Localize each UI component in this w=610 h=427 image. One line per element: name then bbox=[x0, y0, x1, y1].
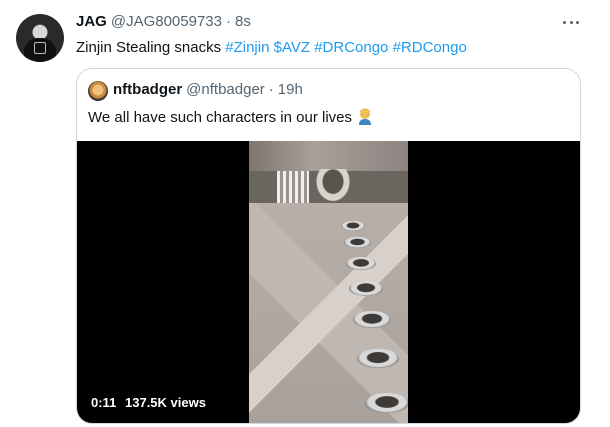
tweet-text: Zinjin Stealing snacks #Zinjin $AVZ #DRC… bbox=[76, 38, 467, 58]
video-dog bbox=[313, 169, 353, 205]
quoted-author-avatar[interactable] bbox=[88, 81, 108, 101]
separator-dot: · bbox=[225, 13, 231, 30]
cashtag-link[interactable]: $AVZ bbox=[274, 39, 310, 56]
author-name[interactable]: JAG bbox=[76, 13, 107, 30]
more-dot bbox=[569, 20, 573, 24]
separator-dot: · bbox=[268, 81, 274, 98]
quoted-tweet[interactable]: nftbadger @nftbadger · 19h We all have s… bbox=[76, 68, 581, 424]
avatar-shirt-print bbox=[34, 42, 46, 54]
person-facepalming-emoji bbox=[359, 108, 372, 125]
tweet-text-plain: Zinjin Stealing snacks bbox=[76, 39, 226, 56]
tweet-header: JAG @JAG80059733 · 8s bbox=[76, 13, 251, 30]
video-duration: 0:11 bbox=[91, 395, 117, 410]
video-bowl bbox=[344, 237, 371, 248]
tweet[interactable]: JAG @JAG80059733 · 8s Zinjin Stealing sn… bbox=[0, 0, 610, 427]
hashtag-link[interactable]: #DRCongo bbox=[314, 39, 388, 56]
video-view-count: 137.5K views bbox=[125, 395, 206, 410]
author-handle[interactable]: @JAG80059733 bbox=[111, 13, 222, 30]
video-bowl bbox=[349, 281, 383, 296]
tweet-timestamp[interactable]: 8s bbox=[235, 13, 251, 30]
video-bowl bbox=[357, 349, 399, 368]
video-frame bbox=[249, 141, 408, 423]
video-bowl bbox=[346, 257, 376, 270]
more-dot bbox=[563, 20, 566, 24]
hashtag-link[interactable]: #RDCongo bbox=[393, 39, 467, 56]
quoted-author-name[interactable]: nftbadger bbox=[113, 81, 182, 98]
quoted-author-handle[interactable]: @nftbadger bbox=[186, 81, 265, 98]
quoted-text: We all have such characters in our lives bbox=[88, 109, 353, 126]
video-player[interactable]: 0:11 137.5K views bbox=[77, 141, 580, 423]
more-dot bbox=[576, 20, 579, 24]
author-avatar[interactable] bbox=[16, 14, 64, 62]
quoted-timestamp[interactable]: 19h bbox=[278, 81, 303, 98]
video-bowl bbox=[341, 221, 365, 231]
more-options-icon[interactable] bbox=[563, 14, 579, 30]
quoted-tweet-header: nftbadger @nftbadger · 19h bbox=[113, 81, 303, 98]
video-gate bbox=[277, 171, 309, 203]
hashtag-link[interactable]: #Zinjin bbox=[225, 39, 269, 56]
video-wall bbox=[249, 141, 408, 171]
quoted-tweet-text: We all have such characters in our lives bbox=[88, 107, 374, 128]
video-bowl bbox=[365, 393, 408, 413]
video-bowl bbox=[353, 311, 391, 328]
